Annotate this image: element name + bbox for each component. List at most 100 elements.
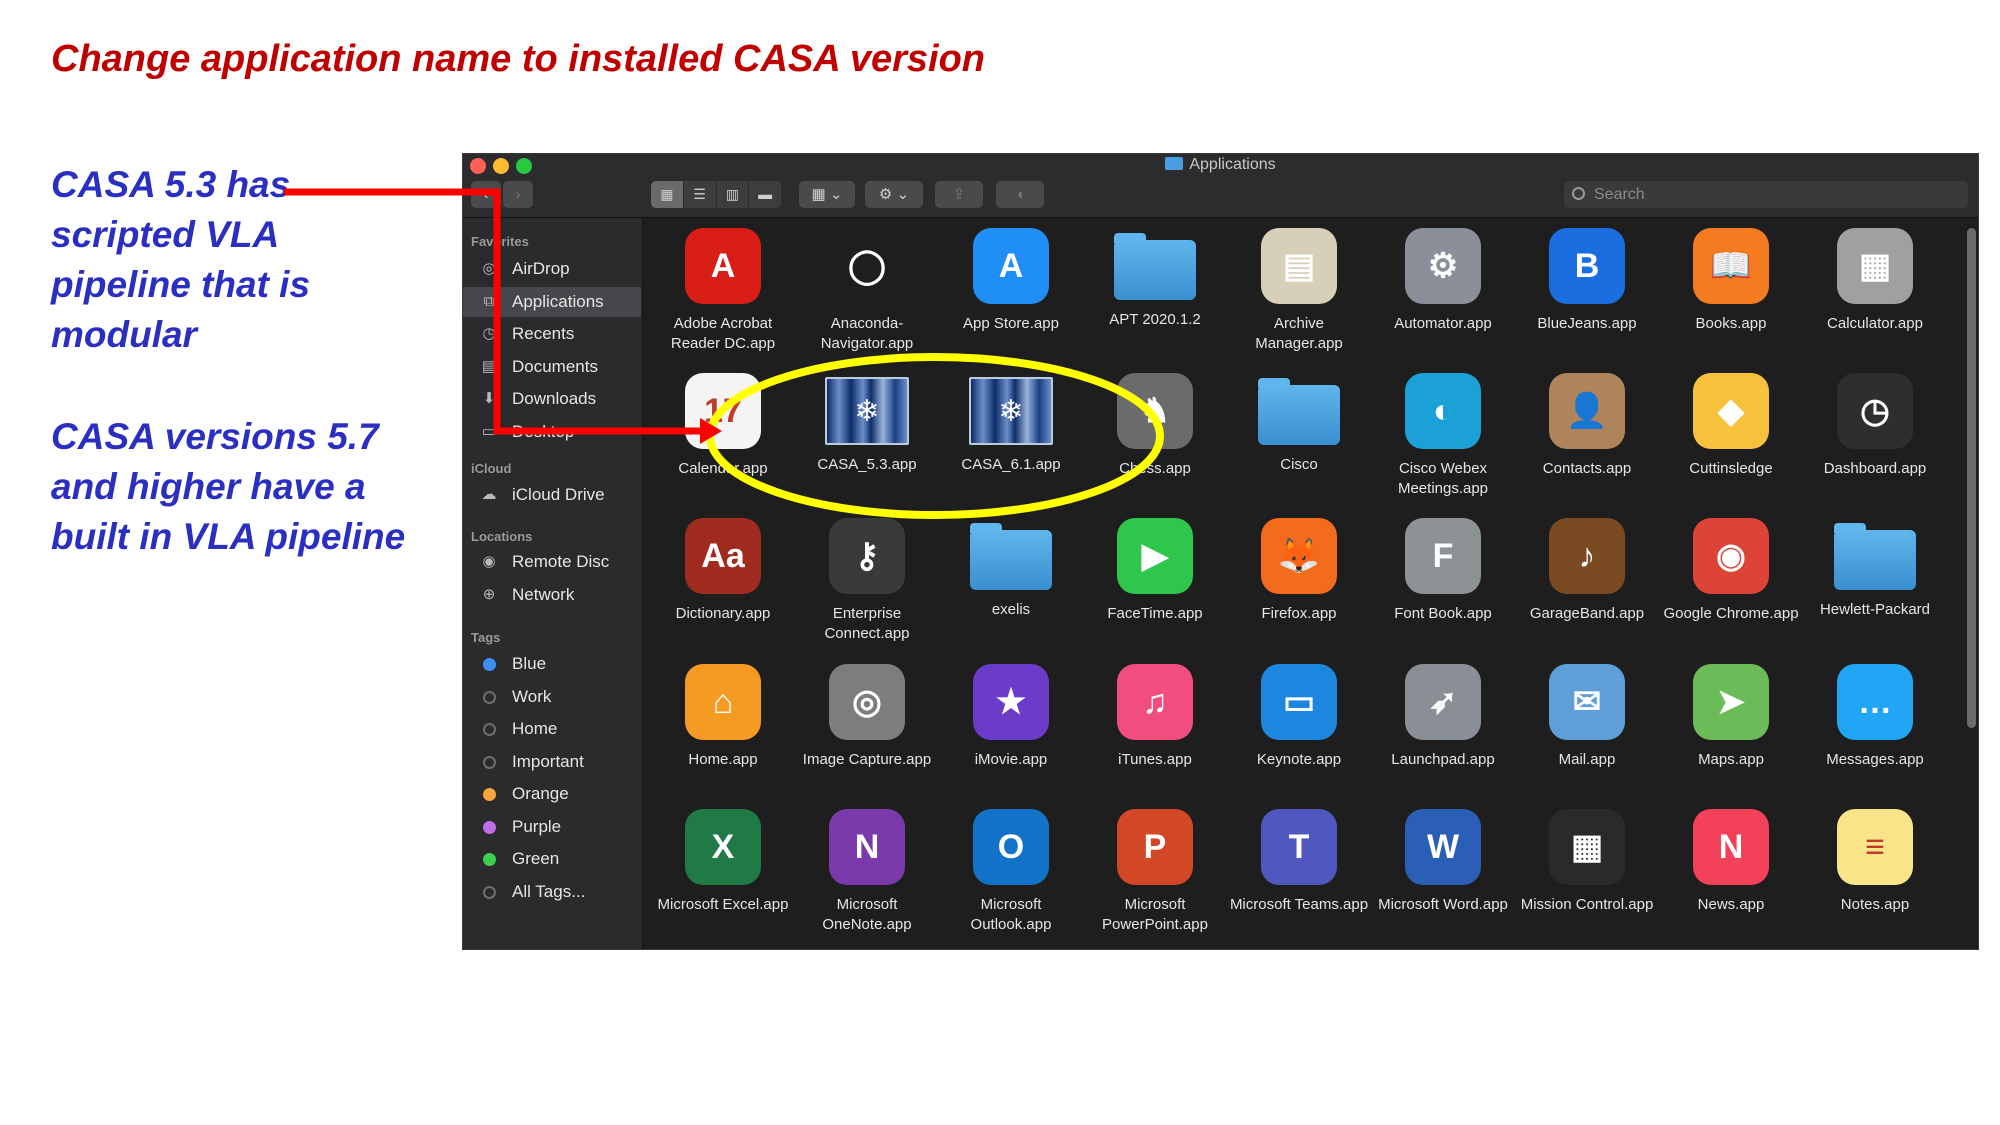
sidebar-item-label: Downloads — [512, 389, 597, 408]
app-label: Launchpad.app — [1391, 751, 1495, 768]
search-input[interactable]: Search — [1564, 181, 1968, 208]
app-label: Calendar.app — [678, 460, 768, 477]
teams-icon: T — [1261, 809, 1337, 885]
app-item[interactable]: T Microsoft Teams.app — [1229, 809, 1369, 915]
app-item[interactable]: ♞ Chess.app — [1085, 373, 1225, 479]
app-item[interactable]: ◉ Google Chrome.app — [1661, 518, 1801, 624]
sidebar-item-label: Home — [512, 719, 558, 738]
app-item[interactable]: ⚷ Enterprise Connect.app — [797, 518, 937, 644]
app-item[interactable]: Hewlett-Packard — [1805, 518, 1945, 620]
sidebar-item[interactable]: ◷ Recents — [463, 319, 641, 349]
gallery-view-icon[interactable]: ▬ — [749, 181, 781, 208]
app-item[interactable]: N News.app — [1661, 809, 1801, 915]
action-gear-button[interactable]: ⚙ ⌄ — [865, 181, 923, 208]
app-item[interactable]: ▦ Mission Control.app — [1517, 809, 1657, 915]
app-item[interactable]: Aa Dictionary.app — [653, 518, 793, 624]
forward-button[interactable]: › — [503, 181, 533, 208]
sidebar-item[interactable]: Blue — [463, 649, 641, 679]
sidebar-item[interactable]: Orange — [463, 779, 641, 809]
app-item[interactable]: 17 Calendar.app — [653, 373, 793, 479]
group-by-button[interactable]: ▦ ⌄ — [799, 181, 855, 208]
app-item[interactable]: ❄ CASA_5.3.app — [797, 373, 937, 475]
app-item[interactable]: 📖 Books.app — [1661, 228, 1801, 334]
app-item[interactable]: ▤ Archive Manager.app — [1229, 228, 1369, 354]
sidebar-item[interactable]: ⊕ Network — [463, 580, 641, 610]
titlebar: Applications ‹ › ▦ ☰ ▥ ▬ ▦ ⌄ ⚙ ⌄ ⇪ ◖ Sea… — [463, 154, 1978, 218]
sidebar-item[interactable]: Work — [463, 682, 641, 712]
firefox-icon: 🦊 — [1261, 518, 1337, 594]
app-item[interactable]: W Microsoft Word.app — [1373, 809, 1513, 915]
recents-icon: ◷ — [482, 325, 496, 342]
sidebar-section-label: iCloud — [471, 461, 512, 476]
sidebar-item[interactable]: ▭ Desktop — [463, 417, 641, 447]
app-item[interactable]: ▦ Calculator.app — [1805, 228, 1945, 334]
app-item[interactable]: ◆ Cuttinsledge — [1661, 373, 1801, 479]
home-icon: ⌂ — [685, 664, 761, 740]
app-item[interactable]: … Messages.app — [1805, 664, 1945, 770]
news-icon: N — [1693, 809, 1769, 885]
window-title: Applications — [463, 156, 1978, 174]
app-item[interactable]: P Microsoft PowerPoint.app — [1085, 809, 1225, 935]
app-item[interactable]: ❄ CASA_6.1.app — [941, 373, 1081, 475]
app-item[interactable]: O Microsoft Outlook.app — [941, 809, 1081, 935]
documents-icon: ▤ — [481, 357, 497, 375]
garageband-icon: ♪ — [1549, 518, 1625, 594]
app-item[interactable]: ≡ Notes.app — [1805, 809, 1945, 915]
sidebar-item[interactable]: All Tags... — [463, 877, 641, 907]
tag-button[interactable]: ◖ — [996, 181, 1044, 208]
note-line: modular — [51, 314, 197, 355]
sidebar-item[interactable]: ☁ iCloud Drive — [463, 480, 641, 510]
file-grid: A Adobe Acrobat Reader DC.app ◯ Anaconda-Na… — [643, 218, 1978, 949]
app-item[interactable]: N Microsoft OneNote.app — [797, 809, 937, 935]
app-item[interactable]: ➶ Launchpad.app — [1373, 664, 1513, 770]
app-item[interactable]: ◐ Cisco Webex Meetings.app — [1373, 373, 1513, 499]
sidebar-item[interactable]: ◉ Remote Disc — [463, 547, 641, 577]
app-item[interactable]: ♫ iTunes.app — [1085, 664, 1225, 770]
app-item[interactable]: X Microsoft Excel.app — [653, 809, 793, 915]
app-item[interactable]: F Font Book.app — [1373, 518, 1513, 624]
app-item[interactable]: ⚙ Automator.app — [1373, 228, 1513, 334]
sidebar-item-label: Documents — [512, 356, 598, 376]
icon-view-icon[interactable]: ▦ — [651, 181, 684, 208]
scrollbar[interactable] — [1967, 228, 1976, 728]
casa-icon: ❄ — [825, 377, 909, 445]
app-item[interactable]: B BlueJeans.app — [1517, 228, 1657, 334]
sidebar-item[interactable]: Green — [463, 844, 641, 874]
app-item[interactable]: APT 2020.1.2 — [1085, 228, 1225, 330]
app-label: Contacts.app — [1542, 460, 1632, 477]
app-item[interactable]: ◯ Anaconda-Navigator.app — [797, 228, 937, 354]
app-item[interactable]: 👤 Contacts.app — [1517, 373, 1657, 479]
sidebar-item-label: Desktop — [512, 421, 575, 441]
share-button[interactable]: ⇪ — [935, 181, 983, 208]
sidebar-item[interactable]: ◎ AirDrop — [463, 254, 641, 284]
sidebar-item[interactable]: Important — [463, 747, 641, 777]
sidebar-item[interactable]: ▤ Documents — [463, 352, 641, 382]
sidebar-item[interactable]: Home — [463, 714, 641, 744]
app-item[interactable]: ▶ FaceTime.app — [1085, 518, 1225, 624]
app-item[interactable]: ⌂ Home.app — [653, 664, 793, 770]
sidebar-item[interactable]: ⬇ Downloads — [463, 384, 641, 414]
hp-folder-icon — [1834, 523, 1916, 590]
app-item[interactable]: exelis — [941, 518, 1081, 620]
folder-icon — [1258, 378, 1340, 445]
sidebar-item[interactable]: ⧉ Applications — [463, 286, 641, 317]
sidebar-section-label: Locations — [471, 529, 533, 544]
contacts-icon: 👤 — [1549, 373, 1625, 449]
app-item[interactable]: ➤ Maps.app — [1661, 664, 1801, 770]
app-label: Mail.app — [1558, 751, 1616, 768]
app-item[interactable]: ★ iMovie.app — [941, 664, 1081, 770]
app-item[interactable]: A Adobe Acrobat Reader DC.app — [653, 228, 793, 354]
app-item[interactable]: ◷ Dashboard.app — [1805, 373, 1945, 479]
app-item[interactable]: A App Store.app — [941, 228, 1081, 334]
back-button[interactable]: ‹ — [471, 181, 501, 208]
app-item[interactable]: ♪ GarageBand.app — [1517, 518, 1657, 624]
list-view-icon[interactable]: ☰ — [684, 181, 717, 208]
app-item[interactable]: ▭ Keynote.app — [1229, 664, 1369, 770]
app-item[interactable]: Cisco — [1229, 373, 1369, 475]
sidebar-item[interactable]: Purple — [463, 812, 641, 842]
app-item[interactable]: ◎ Image Capture.app — [797, 664, 937, 770]
column-view-icon[interactable]: ▥ — [717, 181, 750, 208]
applications-icon: ⧉ — [483, 292, 495, 310]
app-item[interactable]: ✉ Mail.app — [1517, 664, 1657, 770]
app-item[interactable]: 🦊 Firefox.app — [1229, 518, 1369, 624]
